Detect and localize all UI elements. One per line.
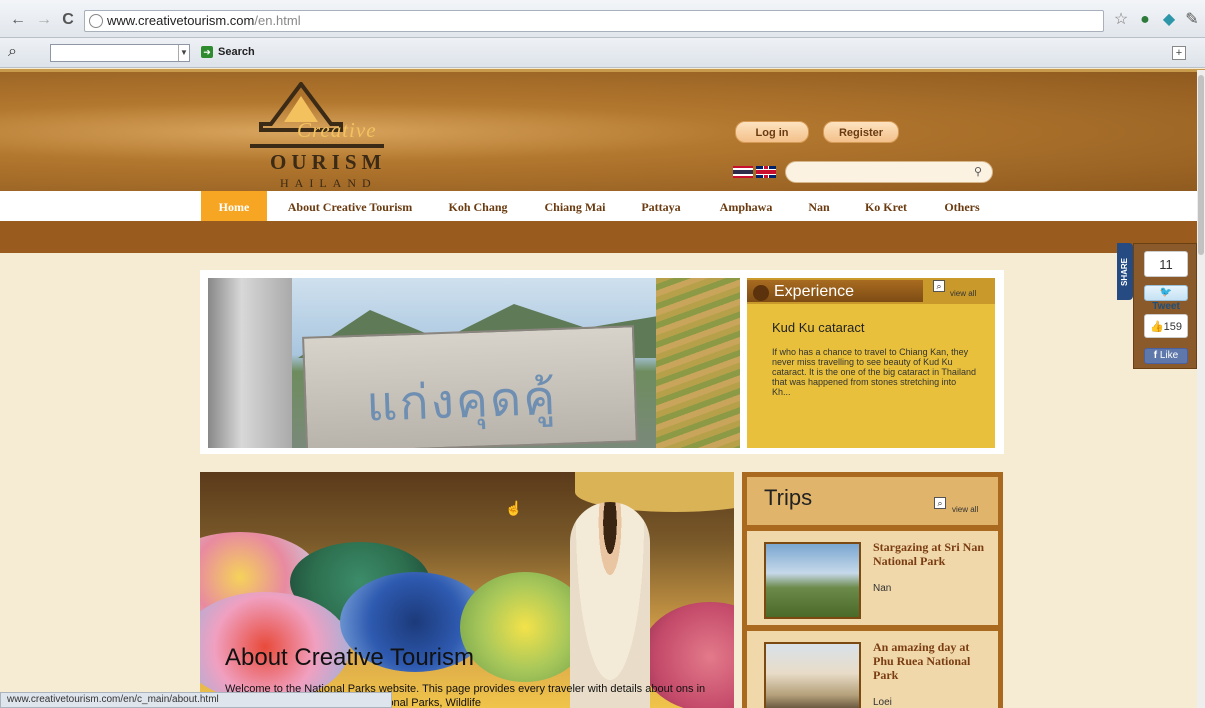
experience-title: Experience [774, 283, 855, 300]
nav-chiang-mai[interactable]: Chiang Mai [535, 191, 615, 221]
magnify-icon[interactable]: ⌕ [933, 280, 945, 292]
experience-panel: Experience ⌕ view all Kud Ku cataract If… [747, 278, 995, 448]
register-button[interactable]: Register [823, 121, 899, 143]
forward-icon[interactable]: → [36, 12, 52, 28]
nav-pattaya[interactable]: Pattaya [630, 191, 692, 221]
hero-pillar [208, 278, 292, 448]
trip-title[interactable]: Stargazing at Sri Nan National Park [873, 540, 989, 568]
nav-koh-chang[interactable]: Koh Chang [440, 191, 516, 221]
site-search-input[interactable]: ⚲ [785, 161, 993, 183]
trip-location: Nan [873, 583, 892, 594]
trips-header: Trips ⌕ view all [747, 477, 998, 525]
trip-title[interactable]: An amazing day at Phu Ruea National Park [873, 640, 989, 682]
trip-location: Loei [873, 697, 892, 708]
logo-word-tourism: OURISM [270, 150, 387, 174]
share-tab[interactable]: SHARE [1117, 243, 1133, 300]
thai-flag-icon[interactable] [733, 166, 753, 178]
logo-word-creative: Creative [297, 118, 377, 142]
experience-view-all-link[interactable]: view all [950, 289, 976, 298]
like-count: 👍159 [1144, 314, 1188, 338]
facebook-icon: f [1153, 350, 1158, 361]
share-panel: 11 🐦 Tweet 👍159 f Like [1133, 243, 1197, 369]
bullet-icon [753, 285, 769, 301]
experience-header: Experience ⌕ view all [747, 278, 995, 304]
thumbs-up-icon: 👍 [1149, 321, 1164, 333]
trip-thumbnail[interactable] [764, 542, 861, 619]
nav-home[interactable]: Home [201, 191, 267, 221]
reload-icon[interactable]: C [60, 12, 76, 28]
search-toolbar: ⌕ ▼ ➜ Search + [0, 38, 1205, 68]
search-icon[interactable]: ⌕ [8, 43, 26, 61]
tweet-label: Tweet [1152, 301, 1180, 312]
experience-item-title[interactable]: Kud Ku cataract [772, 320, 865, 335]
feature-title[interactable]: About Creative Tourism [225, 644, 474, 672]
back-icon[interactable]: ← [10, 12, 26, 28]
extension-icon[interactable]: ● [1136, 11, 1154, 29]
tweet-count: 11 [1144, 251, 1188, 277]
extension-icon-2[interactable]: ◆ [1160, 11, 1178, 29]
trips-inner: Trips ⌕ view all Stargazing at Sri Nan N… [747, 477, 998, 708]
login-button[interactable]: Log in [735, 121, 809, 143]
nav-about[interactable]: About Creative Tourism [275, 191, 425, 221]
browser-toolbar: ← → C www.creativetourism.com/en.html ☆ … [0, 0, 1205, 38]
star-icon[interactable]: ☆ [1112, 11, 1130, 29]
hero-sign-text: แก่งคุดคู้ [365, 369, 559, 433]
url-text: www.creativetourism.com/en.html [107, 13, 301, 28]
logo-bar [250, 144, 384, 148]
experience-item-desc: If who has a chance to travel to Chiang … [772, 347, 976, 397]
twitter-icon: 🐦 [1159, 287, 1173, 298]
tweet-button[interactable]: 🐦 Tweet [1144, 285, 1188, 312]
feature-image[interactable]: About Creative Tourism Welcome to the Na… [200, 472, 734, 708]
add-icon[interactable]: + [1172, 46, 1186, 60]
globe-icon [89, 14, 103, 28]
nav-amphawa[interactable]: Amphawa [710, 191, 782, 221]
trips-title: Trips [764, 485, 813, 510]
cursor-icon: ☝ [505, 500, 523, 516]
experience-header-bar: Experience [747, 280, 923, 302]
scrollbar-thumb[interactable] [1198, 75, 1204, 255]
nav-ko-kret[interactable]: Ko Kret [857, 191, 915, 221]
site-header: Creative OURISM HAILAND Log in Register … [0, 69, 1205, 191]
chevron-down-icon[interactable]: ▼ [178, 45, 189, 61]
nav-nan[interactable]: Nan [801, 191, 837, 221]
status-bar: www.creativetourism.com/en/c_main/about.… [0, 692, 392, 708]
logo-word-thailand: HAILAND [280, 176, 377, 190]
main-nav: Home About Creative Tourism Koh Chang Ch… [0, 191, 1205, 221]
uk-flag-icon[interactable] [756, 166, 776, 178]
wrench-icon[interactable]: ✎ [1183, 11, 1201, 29]
like-button[interactable]: f Like [1144, 348, 1188, 364]
search-icon[interactable]: ⚲ [974, 165, 982, 178]
nav-others[interactable]: Others [935, 191, 989, 221]
hero-field [656, 278, 740, 448]
toolbar-search-input[interactable] [50, 44, 190, 62]
magnify-icon[interactable]: ⌕ [934, 497, 946, 509]
like-label: Like [1159, 350, 1179, 361]
trips-panel: Trips ⌕ view all Stargazing at Sri Nan N… [742, 472, 1003, 708]
trip-thumbnail[interactable] [764, 642, 861, 708]
hero-image[interactable]: แก่งคุดคู้ [208, 278, 740, 448]
hero-sign: แก่งคุดคู้ [302, 325, 638, 448]
site-logo[interactable]: Creative OURISM HAILAND [250, 82, 400, 192]
go-arrow-icon[interactable]: ➜ [201, 46, 213, 58]
trip-card[interactable]: An amazing day at Phu Ruea National Park… [747, 625, 998, 708]
trip-card[interactable]: Stargazing at Sri Nan National Park Nan [747, 525, 998, 625]
trips-view-all-link[interactable]: view all [952, 505, 978, 514]
feature-person [570, 502, 650, 708]
nav-strip [0, 221, 1205, 253]
address-bar[interactable]: www.creativetourism.com/en.html [84, 10, 1104, 32]
toolbar-search-button[interactable]: Search [218, 46, 255, 58]
